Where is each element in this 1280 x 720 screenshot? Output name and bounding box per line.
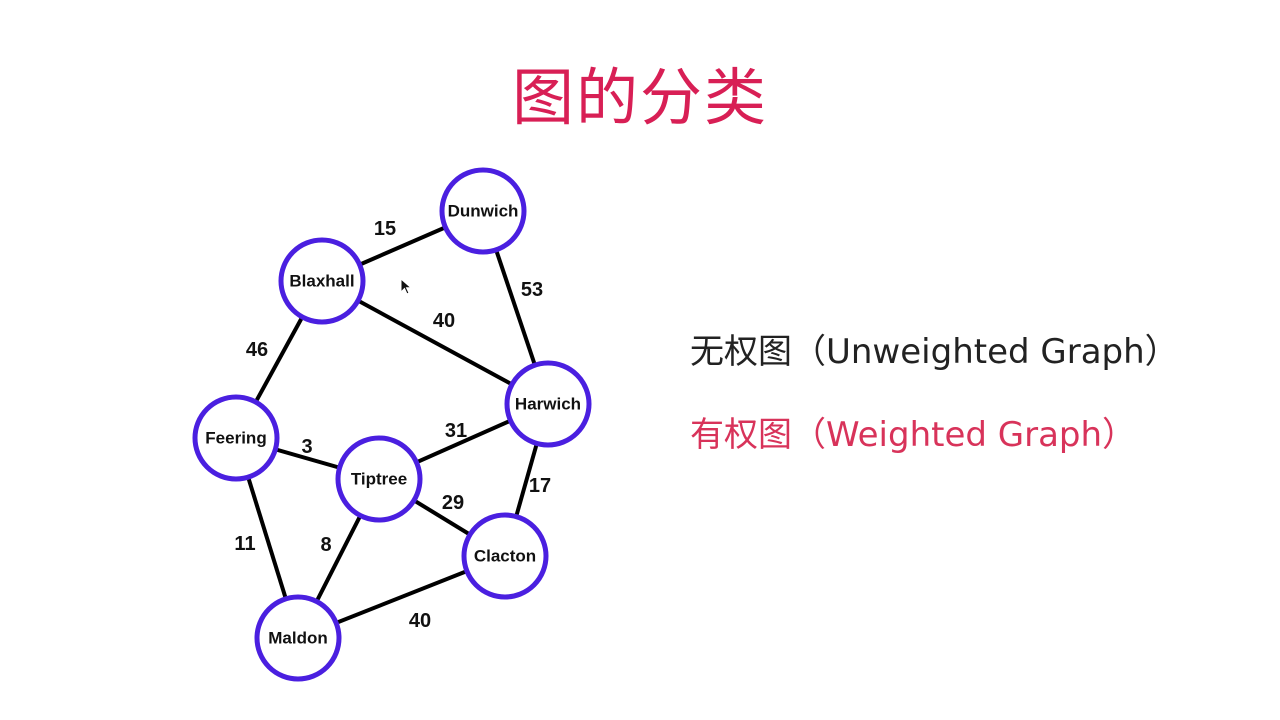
node-tiptree: Tiptree: [335, 435, 423, 523]
node-label-blaxhall: Blaxhall: [289, 272, 354, 291]
edge-weight-blaxhall-feering: 46: [246, 339, 268, 361]
edge-weight-tiptree-maldon: 8: [320, 534, 331, 556]
node-harwich: Harwich: [504, 360, 592, 448]
edge-weight-tiptree-harwich: 31: [445, 420, 467, 442]
node-feering: Feering: [192, 394, 280, 482]
legend-unweighted-graph: 无权图（Unweighted Graph）: [690, 332, 1179, 372]
node-label-tiptree: Tiptree: [351, 470, 407, 489]
node-label-clacton: Clacton: [474, 547, 536, 566]
node-label-maldon: Maldon: [268, 629, 328, 648]
node-clacton: Clacton: [461, 512, 549, 600]
node-label-feering: Feering: [205, 429, 266, 448]
node-dunwich: Dunwich: [439, 167, 527, 255]
legend-weighted-graph: 有权图（Weighted Graph）: [690, 415, 1137, 455]
mouse-pointer-icon: [400, 278, 412, 295]
edge-weight-blaxhall-dunwich: 15: [374, 218, 396, 240]
node-label-dunwich: Dunwich: [448, 202, 519, 221]
edge-weight-blaxhall-harwich: 40: [433, 310, 455, 332]
node-blaxhall: Blaxhall: [278, 237, 366, 325]
node-label-harwich: Harwich: [515, 395, 581, 414]
edge-weight-maldon-clacton: 40: [409, 610, 431, 632]
edge-weight-feering-maldon: 11: [234, 533, 255, 555]
edge-weight-harwich-clacton: 17: [529, 475, 551, 497]
edge-weight-tiptree-clacton: 29: [442, 492, 464, 514]
edge-weight-dunwich-harwich: 53: [521, 279, 543, 301]
node-maldon: Maldon: [254, 594, 342, 682]
edge-weight-feering-tiptree: 3: [301, 436, 312, 458]
